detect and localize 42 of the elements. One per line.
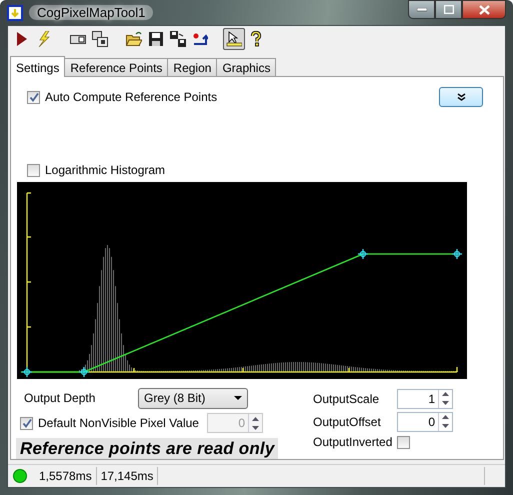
app-icon — [7, 4, 23, 20]
maximize-icon — [444, 5, 454, 14]
checkbox-label: Logarithmic Histogram — [45, 163, 166, 177]
close-button[interactable] — [462, 0, 506, 19]
checkbox-label: OutputInverted — [313, 435, 392, 449]
status-time: 1,5578ms — [35, 467, 97, 485]
offset-spinner[interactable]: 0 — [397, 412, 453, 432]
checkbox[interactable] — [27, 90, 40, 104]
maximize-button[interactable] — [435, 0, 462, 19]
field-label: OutputScale — [313, 392, 380, 406]
toolbar-button[interactable] — [223, 28, 245, 50]
save-as-icon — [170, 31, 186, 47]
status-time: 17,145ms — [96, 467, 158, 485]
flash-icon — [36, 31, 52, 47]
pointer-icon — [226, 31, 242, 47]
checkbox-label: Default NonVisible Pixel Value — [38, 416, 200, 430]
expand-button[interactable] — [439, 87, 483, 107]
help-icon — [248, 31, 264, 47]
checkbox[interactable] — [397, 436, 410, 448]
tab[interactable]: Region — [167, 58, 218, 76]
toolbar-button[interactable] — [89, 28, 111, 50]
save-icon — [148, 31, 164, 47]
minimize-icon — [416, 8, 426, 12]
tab[interactable]: Settings — [10, 56, 66, 77]
caret-icon — [234, 396, 242, 400]
field-label: Output Depth — [24, 391, 96, 405]
toolbar-button[interactable] — [167, 28, 189, 50]
minimize-button[interactable] — [408, 0, 435, 19]
close-icon — [478, 4, 490, 14]
scale-spinner[interactable]: 1 — [397, 388, 453, 408]
open-icon — [126, 31, 142, 47]
import-icon — [192, 31, 208, 47]
output-depth-dropdown[interactable]: Grey (8 Bit) — [138, 388, 248, 408]
tab[interactable]: Graphics — [216, 58, 276, 76]
read-only-banner: Reference points are read only — [16, 438, 278, 459]
checkbox-label: Auto Compute Reference Points — [45, 90, 218, 104]
window-copy-icon — [92, 31, 108, 47]
field-label: OutputOffset — [313, 414, 382, 428]
tab[interactable]: Reference Points — [64, 58, 168, 76]
status-indicator — [13, 469, 27, 483]
checkbox[interactable] — [27, 164, 40, 176]
double-chevron-icon — [456, 93, 466, 101]
